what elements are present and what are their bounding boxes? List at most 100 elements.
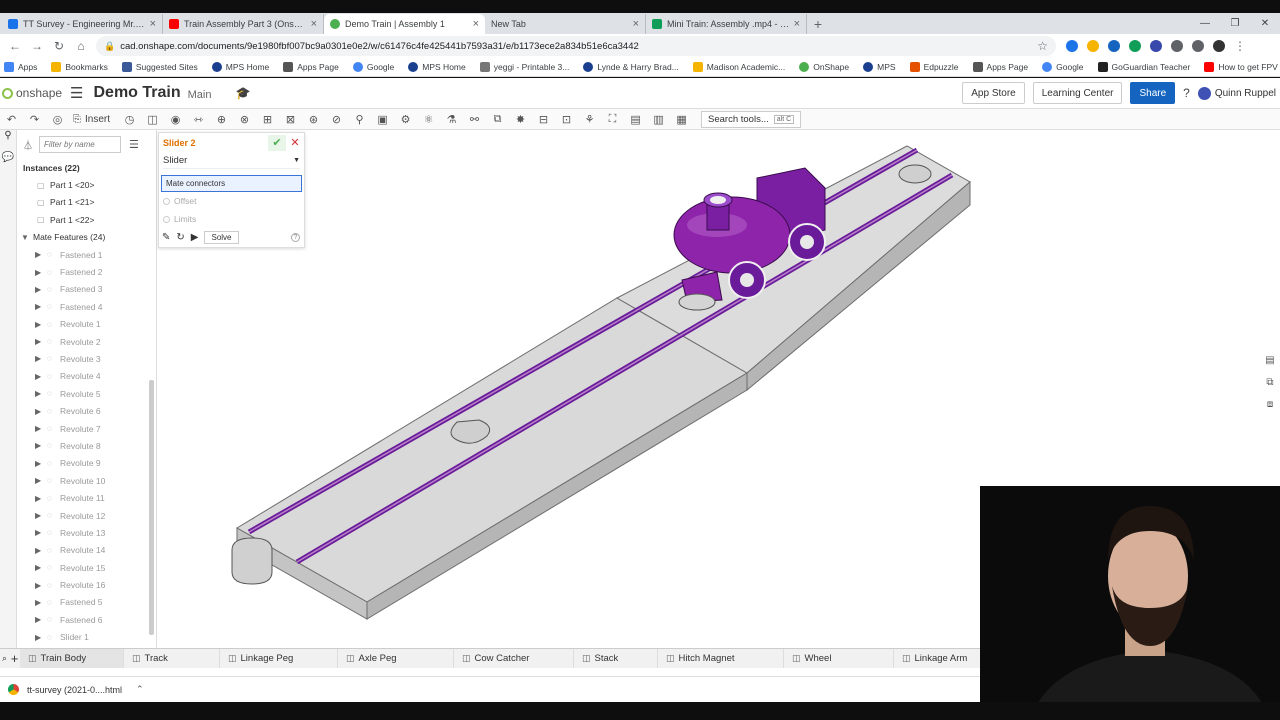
bookmark-item[interactable]: MPS Home	[211, 62, 269, 72]
extension-icon[interactable]	[1087, 40, 1099, 52]
add-tab-icon[interactable]: +	[9, 651, 20, 666]
mate-feature-row[interactable]: ▶ ◌ Revolute 15	[17, 559, 156, 576]
mate-feature-row[interactable]: ▶ ◌ Fastened 6	[17, 611, 156, 628]
mate-feature-row[interactable]: ▶ ◌ Revolute 14	[17, 542, 156, 559]
menu-dots-icon[interactable]: ⋮	[1234, 39, 1246, 53]
learning-center-button[interactable]: Learning Center	[1032, 82, 1123, 104]
profile-avatar[interactable]	[1213, 40, 1225, 52]
mate-feature-row[interactable]: ▶ ◌ Revolute 16	[17, 576, 156, 593]
chevron-right-icon[interactable]: ▶	[35, 528, 47, 537]
mate-feature-row[interactable]: ▶ ◌ Revolute 10	[17, 472, 156, 489]
filter-by-name-input[interactable]	[39, 136, 121, 153]
filter-icon[interactable]: ⏃	[23, 137, 33, 152]
chevron-right-icon[interactable]: ▶	[35, 407, 47, 416]
bookmark-item[interactable]: Google	[1042, 62, 1084, 72]
chevron-right-icon[interactable]: ▶	[35, 494, 47, 503]
mate-feature-row[interactable]: ▶ ◌ Fastened 5	[17, 594, 156, 611]
extension-icon[interactable]	[1129, 40, 1141, 52]
revolute-mate-icon[interactable]: ◉	[164, 113, 187, 126]
part-studio-tab[interactable]: ◫ Train Body	[20, 648, 124, 669]
chevron-up-icon[interactable]: ⌃	[136, 684, 144, 695]
chevron-right-icon[interactable]: ▶	[35, 302, 47, 311]
browser-tab-1[interactable]: TT Survey - Engineering Mr. Rupp ×	[2, 14, 163, 34]
chevron-right-icon[interactable]: ▶	[35, 563, 47, 572]
chevron-right-icon[interactable]: ▶	[35, 598, 47, 607]
mate-feature-row[interactable]: ▶ ◌ Revolute 4	[17, 368, 156, 385]
part-studio-tab[interactable]: ◫ Stack	[574, 648, 658, 669]
fit-icon[interactable]: ⛶	[601, 113, 624, 126]
cancel-close-icon[interactable]: ✕	[286, 135, 304, 151]
rack-pinion-icon[interactable]: ⚛	[417, 113, 440, 126]
browser-tab-4[interactable]: New Tab ×	[485, 14, 646, 34]
mate-type-select[interactable]: Slider ▼	[163, 153, 300, 169]
ball-mate-icon[interactable]: ⊛	[302, 113, 325, 126]
tangent-mate-icon[interactable]: ⊘	[325, 113, 348, 126]
accept-checkmark-icon[interactable]: ✔	[268, 135, 286, 151]
parallel-mate-icon[interactable]: ⊠	[279, 113, 302, 126]
hamburger-menu-icon[interactable]: ☰	[70, 84, 83, 102]
part-studio-tab[interactable]: ◫ Axle Peg	[338, 648, 454, 669]
bookmark-item[interactable]: Apps	[4, 62, 37, 72]
bookmark-item[interactable]: Lynde & Harry Brad...	[583, 62, 679, 72]
app-store-button[interactable]: App Store	[962, 82, 1025, 104]
part-studio-tab[interactable]: ◫ Linkage Peg	[220, 648, 338, 669]
extension-icon[interactable]	[1108, 40, 1120, 52]
bom-icon[interactable]: ▦	[670, 113, 693, 126]
mate-connectors-field[interactable]: Mate connectors	[161, 175, 302, 192]
share-button[interactable]: Share	[1130, 82, 1176, 104]
chevron-right-icon[interactable]: ▶	[35, 511, 47, 520]
mate-feature-row[interactable]: ▶ ◌ Fastened 3	[17, 281, 156, 298]
bookmark-star-icon[interactable]: ☆	[1037, 39, 1048, 53]
animate-icon[interactable]: ⚘	[578, 113, 601, 126]
search-tabs-icon[interactable]: ⌕	[0, 653, 9, 664]
onshape-logo[interactable]: onshape	[2, 86, 62, 100]
help-icon[interactable]: ?	[1183, 86, 1190, 100]
mate-feature-row[interactable]: ▶ ◌ Fastened 2	[17, 263, 156, 280]
pin-icon[interactable]: ✎	[162, 232, 170, 243]
explode-icon[interactable]: ✸	[509, 113, 532, 126]
extension-icon[interactable]	[1066, 40, 1078, 52]
mate-feature-row[interactable]: ▶ ◌ Slider 1	[17, 629, 156, 646]
mate-feature-row[interactable]: ▶ ◌ Revolute 11	[17, 489, 156, 506]
screw-relation-icon[interactable]: ⚗	[440, 113, 463, 126]
chevron-right-icon[interactable]: ▶	[35, 285, 47, 294]
bookmark-item[interactable]: Apps Page	[283, 62, 339, 72]
part-studio-tab[interactable]: ◫ Cow Catcher	[454, 648, 574, 669]
section-view-icon[interactable]: ⊟	[532, 113, 555, 126]
list-view-icon[interactable]: ☰	[129, 138, 139, 151]
reload-icon[interactable]: ↻	[48, 39, 70, 53]
bookmark-item[interactable]: GoGuardian Teacher	[1097, 62, 1190, 72]
mate-feature-row[interactable]: ▶ ◌ Fastened 4	[17, 298, 156, 315]
chevron-right-icon[interactable]: ▶	[35, 372, 47, 381]
close-icon[interactable]: ×	[150, 18, 156, 30]
mate-feature-row[interactable]: ▶ ◌ Revolute 13	[17, 524, 156, 541]
display-states-icon[interactable]: ▤	[624, 113, 647, 126]
bookmark-item[interactable]: yeggi - Printable 3...	[479, 62, 569, 72]
close-icon[interactable]: ×	[473, 18, 479, 30]
slider-mate-icon[interactable]: ⇿	[187, 113, 210, 126]
mate-connector-panel-icon[interactable]: ⚲	[0, 130, 16, 152]
close-icon[interactable]: ×	[311, 18, 317, 30]
user-menu[interactable]: Quinn Ruppel	[1197, 86, 1276, 100]
bookmark-item[interactable]: OnShape	[799, 62, 849, 72]
restore-icon[interactable]: ❐	[1220, 13, 1250, 34]
chevron-right-icon[interactable]: ▶	[35, 268, 47, 277]
mate-feature-row[interactable]: ▶ ◌ Revolute 9	[17, 455, 156, 472]
bookmark-item[interactable]: MPS Home	[408, 62, 466, 72]
play-icon[interactable]: ▶	[191, 232, 199, 243]
window-close-icon[interactable]: ✕	[1250, 13, 1280, 34]
extension-icon[interactable]	[1150, 40, 1162, 52]
close-icon[interactable]: ×	[794, 18, 800, 30]
chevron-right-icon[interactable]: ▶	[35, 320, 47, 329]
url-field[interactable]: 🔒 cad.onshape.com/documents/9e1980fbf007…	[96, 36, 1056, 56]
mate-connector-icon[interactable]: ⚲	[348, 113, 371, 126]
mate-feature-row[interactable]: ▶ ◌ Revolute 8	[17, 437, 156, 454]
refresh-icon[interactable]: ↻	[176, 232, 184, 243]
bookmark-item[interactable]: MPS	[863, 62, 896, 72]
chevron-right-icon[interactable]: ▶	[35, 389, 47, 398]
download-filename[interactable]: tt-survey (2021-0....html	[27, 685, 122, 695]
redo-icon[interactable]: ↷	[23, 113, 46, 126]
planar-mate-icon[interactable]: ⊞	[256, 113, 279, 126]
clock-icon[interactable]: ◷	[118, 113, 141, 126]
instances-header[interactable]: Instances (22)	[17, 159, 156, 176]
